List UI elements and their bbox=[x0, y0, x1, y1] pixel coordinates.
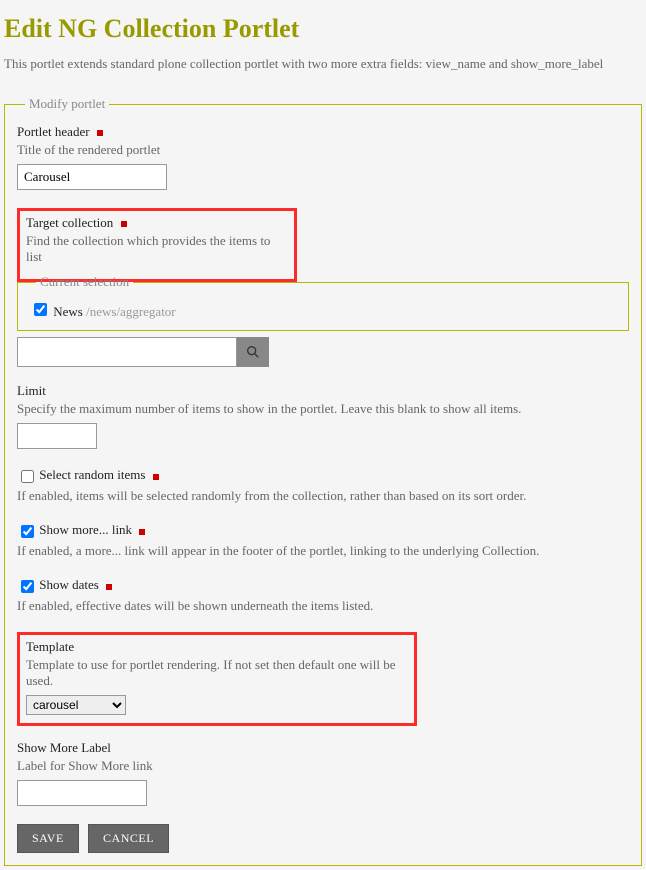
random-checkbox[interactable] bbox=[21, 470, 34, 483]
field-limit: Limit Specify the maximum number of item… bbox=[17, 383, 629, 449]
modify-portlet-fieldset: Modify portlet Portlet header Title of t… bbox=[4, 96, 642, 866]
search-input[interactable] bbox=[17, 337, 237, 367]
portlet-header-input[interactable] bbox=[17, 164, 167, 190]
show-more-label-label: Show More Label bbox=[17, 740, 111, 756]
field-show-more: Show more... link If enabled, a more... … bbox=[17, 522, 629, 559]
field-show-more-label: Show More Label Label for Show More link bbox=[17, 740, 629, 806]
save-button[interactable]: SAVE bbox=[17, 824, 79, 853]
search-button[interactable] bbox=[237, 337, 269, 367]
portlet-header-help: Title of the rendered portlet bbox=[17, 142, 629, 158]
show-more-checkbox[interactable] bbox=[21, 525, 34, 538]
limit-label: Limit bbox=[17, 383, 46, 399]
target-collection-help: Find the collection which provides the i… bbox=[26, 233, 288, 265]
show-dates-checkbox[interactable] bbox=[21, 580, 34, 593]
current-selection-legend: Current selection bbox=[36, 274, 133, 290]
selection-name: News bbox=[53, 304, 83, 319]
show-more-label: Show more... link bbox=[39, 522, 132, 538]
template-help: Template to use for portlet rendering. I… bbox=[26, 657, 408, 689]
template-highlight: Template Template to use for portlet ren… bbox=[17, 632, 417, 726]
show-dates-label: Show dates bbox=[39, 577, 99, 593]
search-row bbox=[17, 337, 629, 367]
field-random: Select random items If enabled, items wi… bbox=[17, 467, 629, 504]
required-icon bbox=[97, 130, 103, 136]
limit-input[interactable] bbox=[17, 423, 97, 449]
search-icon bbox=[245, 344, 261, 360]
show-dates-help: If enabled, effective dates will be show… bbox=[17, 598, 629, 614]
show-more-label-input[interactable] bbox=[17, 780, 147, 806]
required-icon bbox=[106, 584, 112, 590]
template-label: Template bbox=[26, 639, 74, 655]
random-help: If enabled, items will be selected rando… bbox=[17, 488, 629, 504]
field-portlet-header: Portlet header Title of the rendered por… bbox=[17, 124, 629, 190]
template-select[interactable]: carousel bbox=[26, 695, 126, 715]
cancel-button[interactable]: CANCEL bbox=[88, 824, 169, 853]
target-collection-highlight: Target collection Find the collection wh… bbox=[17, 208, 297, 282]
selection-checkbox[interactable] bbox=[34, 303, 47, 316]
required-icon bbox=[121, 221, 127, 227]
show-more-label-help: Label for Show More link bbox=[17, 758, 629, 774]
selection-path: /news/aggregator bbox=[86, 304, 176, 319]
show-more-help: If enabled, a more... link will appear i… bbox=[17, 543, 629, 559]
limit-help: Specify the maximum number of items to s… bbox=[17, 401, 629, 417]
portlet-header-label: Portlet header bbox=[17, 124, 90, 140]
current-selection-fieldset: Current selection News /news/aggregator bbox=[17, 274, 629, 331]
page-title: Edit NG Collection Portlet bbox=[4, 14, 642, 44]
required-icon bbox=[139, 529, 145, 535]
field-show-dates: Show dates If enabled, effective dates w… bbox=[17, 577, 629, 614]
fieldset-legend: Modify portlet bbox=[25, 96, 109, 112]
button-row: SAVE CANCEL bbox=[17, 824, 629, 853]
random-label: Select random items bbox=[39, 467, 145, 483]
page-intro: This portlet extends standard plone coll… bbox=[4, 56, 642, 72]
selection-item: News /news/aggregator bbox=[30, 300, 616, 320]
target-collection-label: Target collection bbox=[26, 215, 113, 231]
required-icon bbox=[153, 474, 159, 480]
